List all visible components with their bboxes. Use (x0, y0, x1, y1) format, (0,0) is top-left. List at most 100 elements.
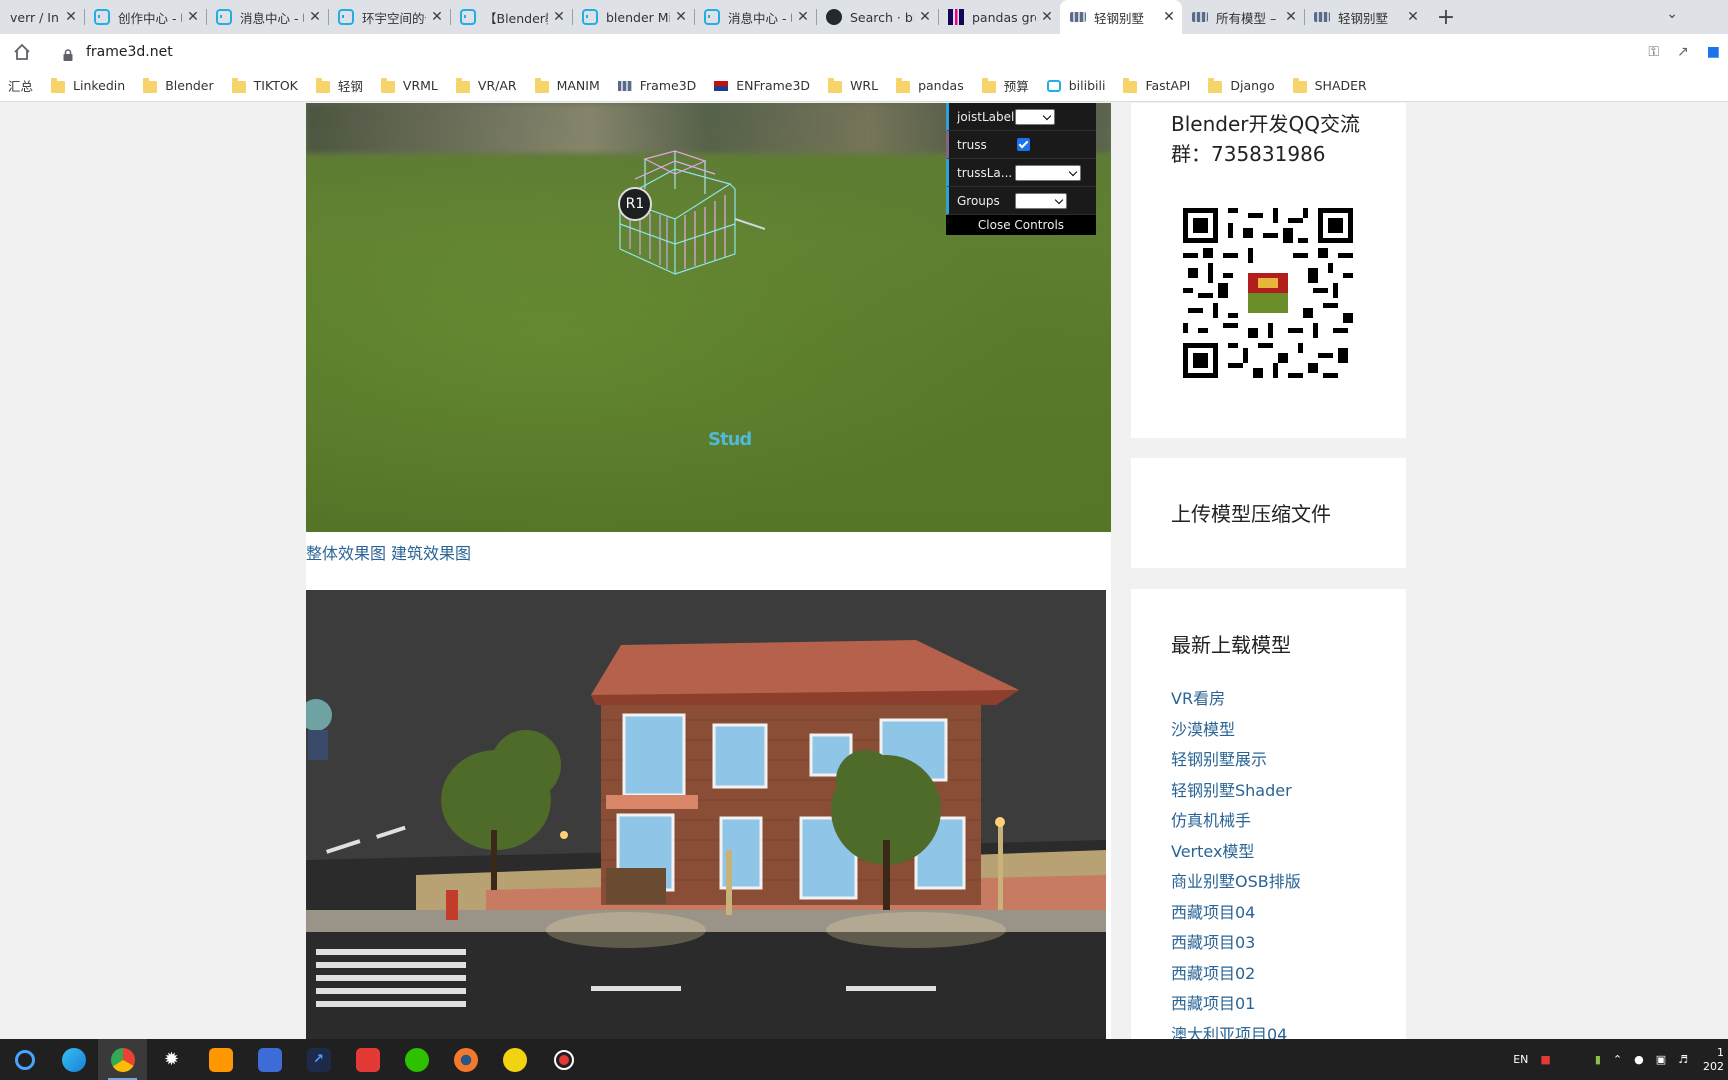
volume-icon[interactable]: ♬ (1678, 1053, 1688, 1066)
close-icon[interactable]: ✕ (1284, 9, 1298, 25)
battery-icon[interactable]: ▮ (1595, 1053, 1601, 1066)
close-icon[interactable]: ✕ (430, 9, 444, 25)
bookmark-item[interactable]: ENFrame3D (706, 74, 820, 98)
ime-icon[interactable]: ■ (1540, 1053, 1550, 1066)
latest-model-link[interactable]: 西藏项目03 (1171, 929, 1301, 960)
browser-tab[interactable]: 【Blender教✕ (450, 0, 572, 34)
start-icon[interactable] (0, 1039, 49, 1080)
close-icon[interactable]: ✕ (796, 9, 810, 25)
bookmark-item[interactable]: 轻钢 (308, 74, 373, 98)
close-icon[interactable]: ✕ (674, 9, 688, 25)
language-indicator[interactable]: EN (1513, 1053, 1528, 1066)
marker-r1[interactable]: R1 (618, 187, 652, 221)
app-icon[interactable] (343, 1039, 392, 1080)
chevron-up-icon[interactable]: ⌃ (1613, 1053, 1622, 1066)
close-icon[interactable]: ✕ (186, 9, 200, 25)
latest-model-link[interactable]: 仿真机械手 (1171, 807, 1301, 838)
latest-model-link[interactable]: 商业别墅OSB排版 (1171, 868, 1301, 899)
latest-model-link[interactable]: 西藏项目01 (1171, 990, 1301, 1021)
groups-control: Groups (946, 187, 1096, 215)
latest-model-link[interactable]: 轻钢别墅展示 (1171, 746, 1301, 777)
folder-icon (896, 77, 911, 93)
browser-tab[interactable]: 轻钢别墅 ✕ (1304, 0, 1426, 34)
tab-search-icon[interactable]: ⌄ (1666, 6, 1678, 22)
bookmark-item[interactable]: Blender (135, 74, 223, 98)
bookmark-item[interactable]: VRML (373, 74, 448, 98)
bookmark-item[interactable]: VR/AR (448, 74, 527, 98)
key-icon[interactable]: ⚿ (1648, 44, 1659, 60)
close-icon[interactable]: ✕ (308, 9, 322, 25)
browser-tab[interactable]: 创作中心 - 哔✕ (84, 0, 206, 34)
web-page: R1 Stud joistLabel truss trussLa... Grou… (0, 103, 1728, 1039)
browser-tab[interactable]: verr / Inbo✕ (0, 0, 84, 34)
upload-widget: 上传模型压缩文件 (1131, 458, 1406, 568)
browser-tab[interactable]: 轻钢别墅 ✕ (1060, 0, 1182, 34)
latest-model-link[interactable]: 轻钢别墅Shader (1171, 777, 1301, 808)
browser-tab[interactable]: 所有模型 – 轻✕ (1182, 0, 1304, 34)
latest-model-link[interactable]: 澳大利亚项目04 (1171, 1021, 1301, 1040)
new-tab-button[interactable]: + (1426, 0, 1466, 34)
browser-tab[interactable]: Search · ble✕ (816, 0, 938, 34)
share-icon[interactable]: ↗ (1677, 44, 1689, 60)
truss-checkbox[interactable] (1017, 138, 1030, 151)
latest-model-link[interactable]: 沙漠模型 (1171, 716, 1301, 747)
latest-model-link[interactable]: 西藏项目02 (1171, 960, 1301, 991)
spider-icon[interactable]: ✹ (147, 1039, 196, 1080)
bookmark-label: Linkedin (73, 78, 126, 93)
latest-model-link[interactable]: Vertex模型 (1171, 838, 1301, 869)
clock[interactable]: 1 202 (1700, 1046, 1724, 1074)
yellow-app-icon[interactable] (490, 1039, 539, 1080)
close-icon[interactable]: ✕ (918, 9, 932, 25)
bookmark-item[interactable]: TIKTOK (224, 74, 308, 98)
chrome-icon[interactable] (98, 1039, 147, 1080)
close-icon[interactable]: ✕ (552, 9, 566, 25)
frame3d-icon (1192, 12, 1208, 22)
folder-icon (143, 77, 158, 93)
address-bar: frame3d.net ⚿ ↗ ■ (0, 34, 1728, 70)
groups-select[interactable] (1015, 192, 1067, 209)
bookmark-item[interactable]: Django (1200, 74, 1284, 98)
bookmark-item[interactable]: FastAPI (1115, 74, 1200, 98)
3d-viewer-canvas[interactable]: R1 Stud joistLabel truss trussLa... Grou… (306, 103, 1111, 532)
edge-icon[interactable] (49, 1039, 98, 1080)
browser-tab[interactable]: blender Mix✕ (572, 0, 694, 34)
bookmark-item[interactable]: MANIM (527, 74, 610, 98)
extension-icon[interactable]: ■ (1707, 44, 1720, 60)
record-icon[interactable] (539, 1039, 588, 1080)
overall-render-link[interactable]: 整体效果图 (306, 544, 386, 563)
browser-tab[interactable]: 消息中心 - 哔✕ (694, 0, 816, 34)
browser-tab[interactable]: pandas grou✕ (938, 0, 1060, 34)
bookmark-item[interactable]: bilibili (1039, 74, 1116, 98)
close-icon[interactable]: ✕ (64, 9, 78, 25)
close-icon[interactable]: ✕ (1040, 9, 1054, 25)
close-icon[interactable]: ✕ (1406, 9, 1420, 25)
bookmark-item[interactable]: Linkedin (43, 74, 135, 98)
truss-label-select[interactable] (1015, 164, 1081, 181)
blender-icon[interactable] (441, 1039, 490, 1080)
latest-model-link[interactable]: VR看房 (1171, 685, 1301, 716)
browser-tab[interactable]: 消息中心 - 哔✕ (206, 0, 328, 34)
bookmark-item[interactable]: 预算 (974, 74, 1039, 98)
close-controls-button[interactable]: Close Controls (946, 215, 1096, 235)
bookmark-item[interactable]: pandas (888, 74, 974, 98)
browser-tab[interactable]: 环宇空间的个✕ (328, 0, 450, 34)
url-field[interactable]: frame3d.net (86, 44, 173, 60)
joist-label-select[interactable] (1015, 108, 1055, 125)
home-icon[interactable] (12, 43, 32, 61)
bookmark-item[interactable]: SHADER (1285, 74, 1377, 98)
bookmark-item[interactable]: 汇总 (0, 74, 43, 98)
sublime-icon[interactable] (196, 1039, 245, 1080)
upload-title[interactable]: 上传模型压缩文件 (1171, 498, 1331, 527)
lock-icon[interactable] (62, 46, 74, 61)
wechat-icon[interactable] (392, 1039, 441, 1080)
bookmark-item[interactable]: Frame3D (610, 74, 707, 98)
bookmark-item[interactable]: WRL (820, 74, 888, 98)
tab-title: verr / Inbo (10, 9, 60, 25)
chart-icon[interactable]: ↗ (294, 1039, 343, 1080)
report-icon[interactable] (245, 1039, 294, 1080)
latest-model-link[interactable]: 西藏项目04 (1171, 899, 1301, 930)
microphone-icon[interactable]: ● (1634, 1053, 1644, 1066)
architecture-render-link[interactable]: 建筑效果图 (391, 544, 471, 563)
network-icon[interactable]: ▣ (1656, 1053, 1666, 1066)
close-icon[interactable]: ✕ (1162, 9, 1176, 25)
